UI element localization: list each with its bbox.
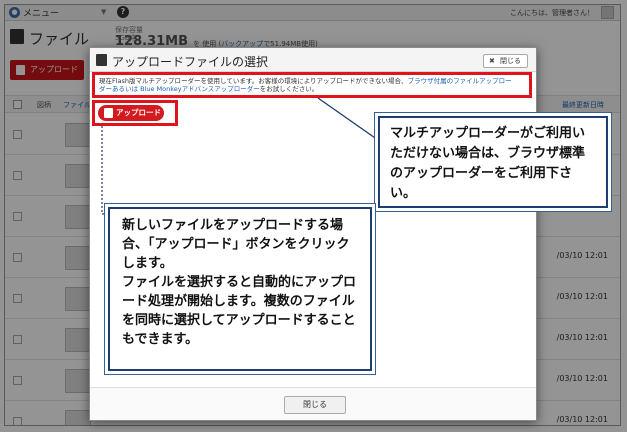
upload-button-highlight: アップロード xyxy=(92,100,178,126)
callout-upload-howto: 新しいファイルをアップロードする場合、「アップロード」ボタンをクリックします。 … xyxy=(108,207,372,371)
close-button-bottom[interactable]: 閉じる xyxy=(284,396,346,414)
dialog-header: アップロードファイルの選択 閉じる xyxy=(90,48,536,72)
callout-howto-text-2: ファイルを選択すると自動的にアップロード処理が開始します。複数のファイルを同時に… xyxy=(122,275,357,347)
close-button-top[interactable]: 閉じる xyxy=(483,54,528,68)
uploader-notice: 現在Flash版マルチアップローダーを使用しています。お客様の環境によりアップロ… xyxy=(92,72,532,98)
dialog-title: アップロードファイルの選択 xyxy=(112,55,269,69)
upload-button[interactable]: アップロード xyxy=(98,105,164,121)
dialog-footer: 閉じる xyxy=(90,387,536,420)
advanced-uploader-link[interactable]: ダーあるいは Blue Monkeyアドバンスアップローダー xyxy=(99,85,260,93)
callout-howto-text-1: 新しいファイルをアップロードする場合、「アップロード」ボタンをクリックします。 xyxy=(122,218,350,271)
lock-icon xyxy=(104,108,113,118)
upload-button-label: アップロード xyxy=(116,108,161,117)
browser-uploader-link[interactable]: ブラウザ付属のファイルアップロー xyxy=(408,77,512,85)
callout-browser-uploader: マルチアップローダーがご利用いただけない場合は、ブラウザ標準のアップローダーをご… xyxy=(378,116,608,208)
file-icon xyxy=(96,54,107,66)
